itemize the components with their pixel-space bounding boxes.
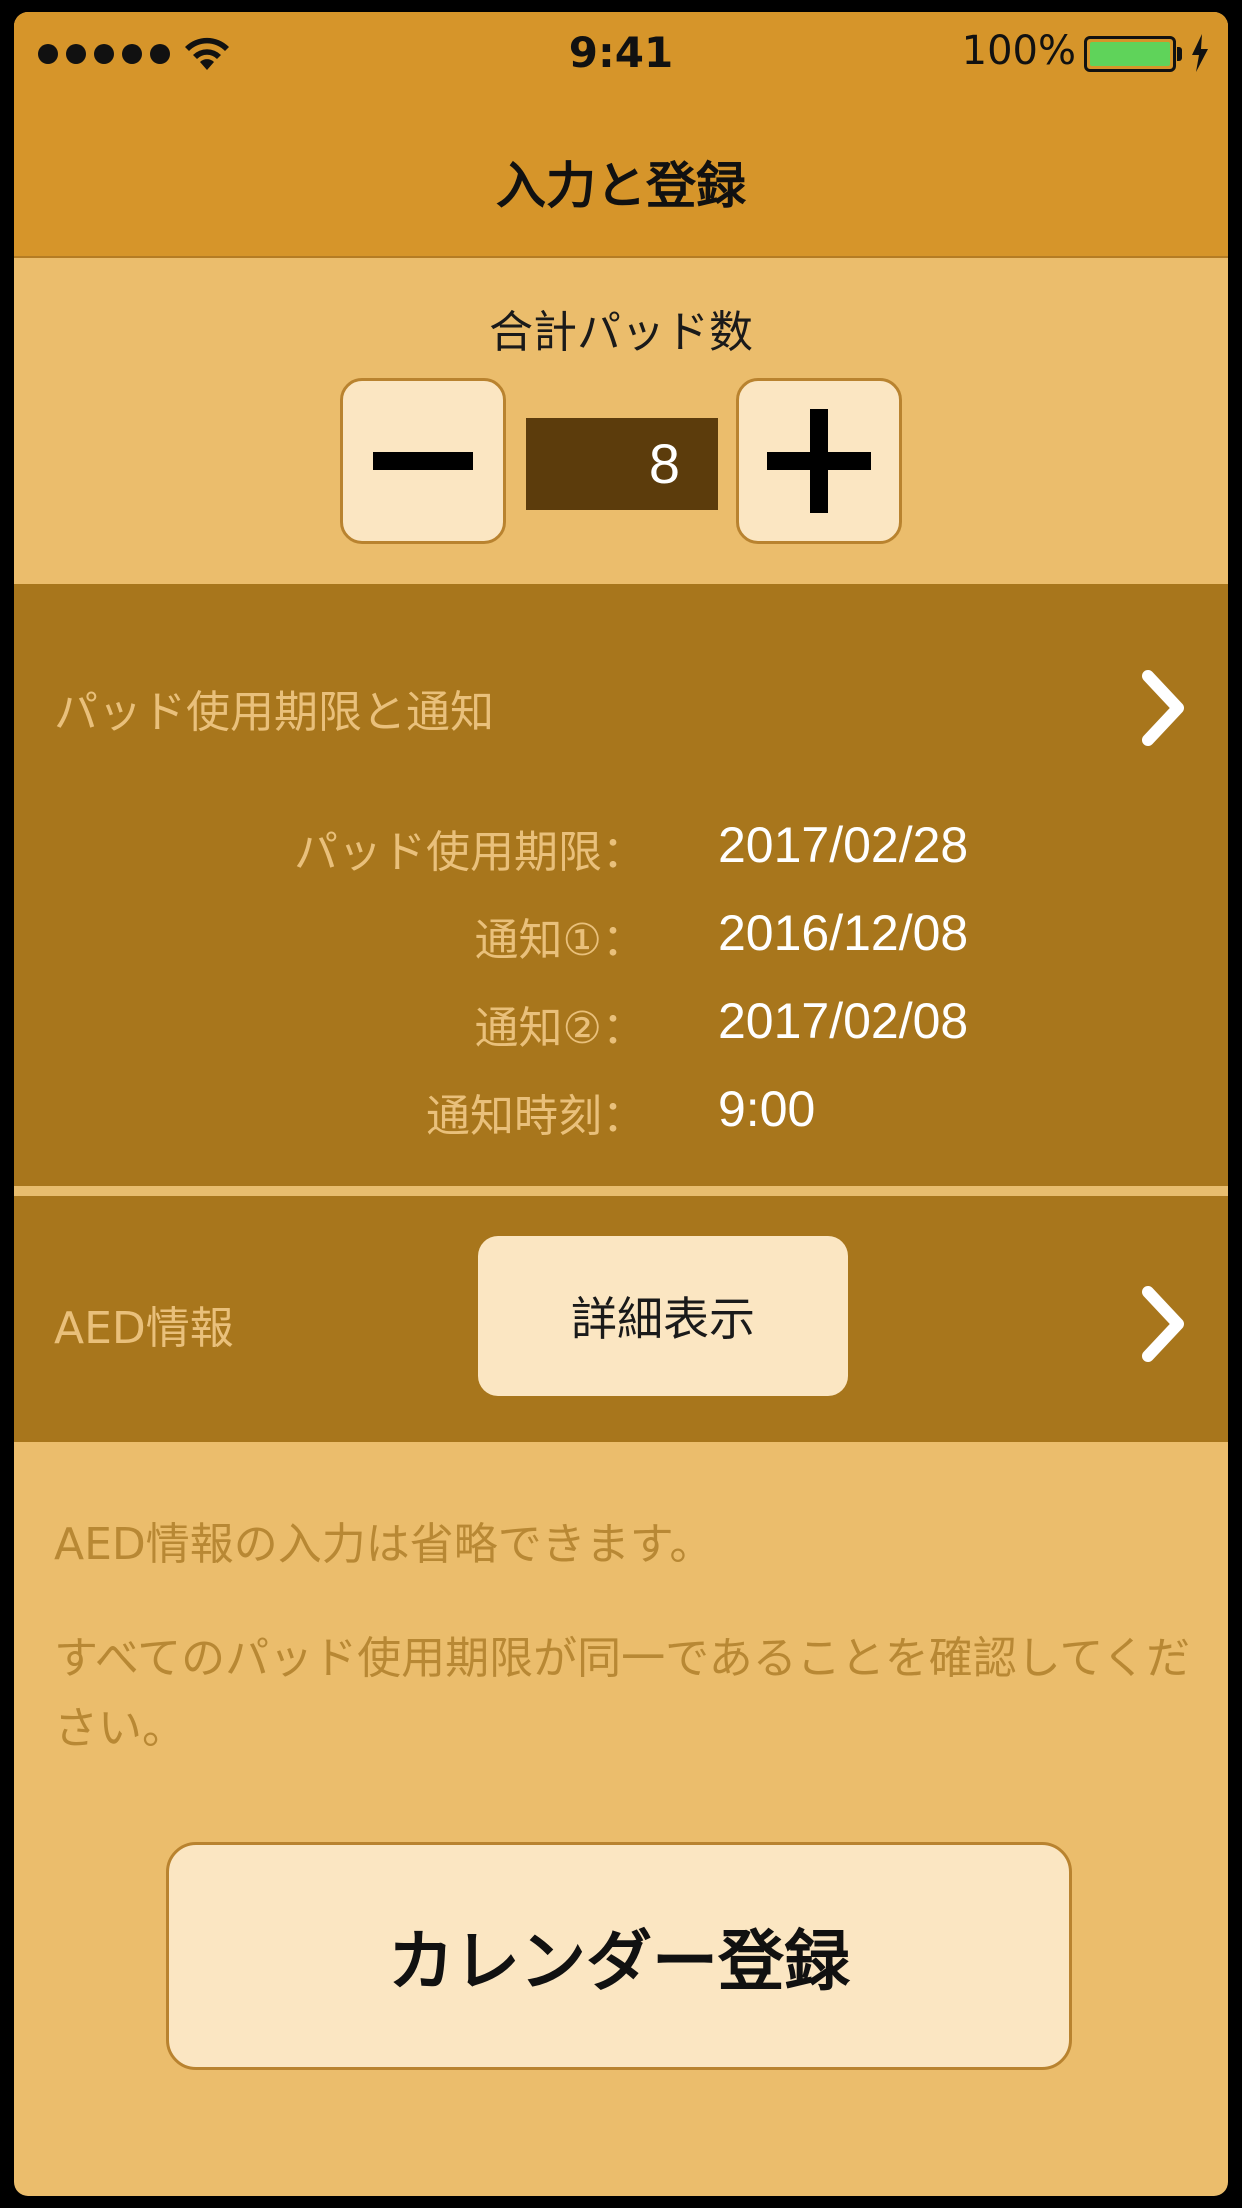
decrement-button[interactable] xyxy=(340,378,506,544)
charging-bolt-icon xyxy=(1192,34,1208,72)
expiry-date-label: パッド使用期限： xyxy=(294,827,646,878)
minus-icon xyxy=(373,452,473,470)
expiry-date-value: 2017/02/28 xyxy=(718,817,969,873)
plus-icon xyxy=(767,409,871,513)
pad-count-section: 合計パッド数 8 xyxy=(14,260,1228,584)
notice1-label: 通知①： xyxy=(474,915,646,966)
aed-info-section[interactable]: AED情報 詳細表示 xyxy=(14,1196,1228,1442)
top-bar: 9:41 100% 入力と登録 xyxy=(14,12,1228,258)
notice2-row: 通知②： 2017/02/08 xyxy=(14,992,1228,1062)
battery-icon xyxy=(1084,36,1182,72)
status-bar: 9:41 100% xyxy=(14,12,1228,92)
page-title: 入力と登録 xyxy=(496,157,746,215)
chevron-right-icon[interactable] xyxy=(1138,1284,1188,1364)
detail-view-button[interactable]: 詳細表示 xyxy=(478,1236,848,1396)
note-confirm-expiry: すべてのパッド使用期限が同一であることを確認してください。 xyxy=(54,1633,1191,1754)
chevron-right-icon[interactable] xyxy=(1138,668,1188,748)
pad-count-value: 8 xyxy=(526,418,718,510)
notice1-value: 2016/12/08 xyxy=(718,905,969,961)
pad-count-label: 合計パッド数 xyxy=(489,307,753,358)
calendar-register-button[interactable]: カレンダー登録 xyxy=(166,1842,1072,2070)
notice2-value: 2017/02/08 xyxy=(718,993,969,1049)
battery-percent: 100% xyxy=(961,28,1076,74)
notice-time-value: 9:00 xyxy=(718,1081,816,1137)
expiry-notification-section[interactable]: パッド使用期限と通知 パッド使用期限： 2017/02/28 通知①： 2016… xyxy=(14,584,1228,1196)
notice-time-label: 通知時刻： xyxy=(426,1091,646,1142)
expiry-section-title: パッド使用期限と通知 xyxy=(54,687,494,738)
notice1-row: 通知①： 2016/12/08 xyxy=(14,904,1228,974)
app-screen: 9:41 100% 入力と登録 合計パッド数 8 パッド使用期限と通知 パッド使… xyxy=(14,12,1228,2196)
notice-time-row: 通知時刻： 9:00 xyxy=(14,1080,1228,1150)
aed-section-title: AED情報 xyxy=(54,1303,234,1354)
increment-button[interactable] xyxy=(736,378,902,544)
expiry-row: パッド使用期限： 2017/02/28 xyxy=(14,816,1228,886)
note-aed-optional: AED情報の入力は省略できます。 xyxy=(54,1519,714,1570)
notice2-label: 通知②： xyxy=(474,1003,646,1054)
section-divider xyxy=(14,1186,1228,1196)
